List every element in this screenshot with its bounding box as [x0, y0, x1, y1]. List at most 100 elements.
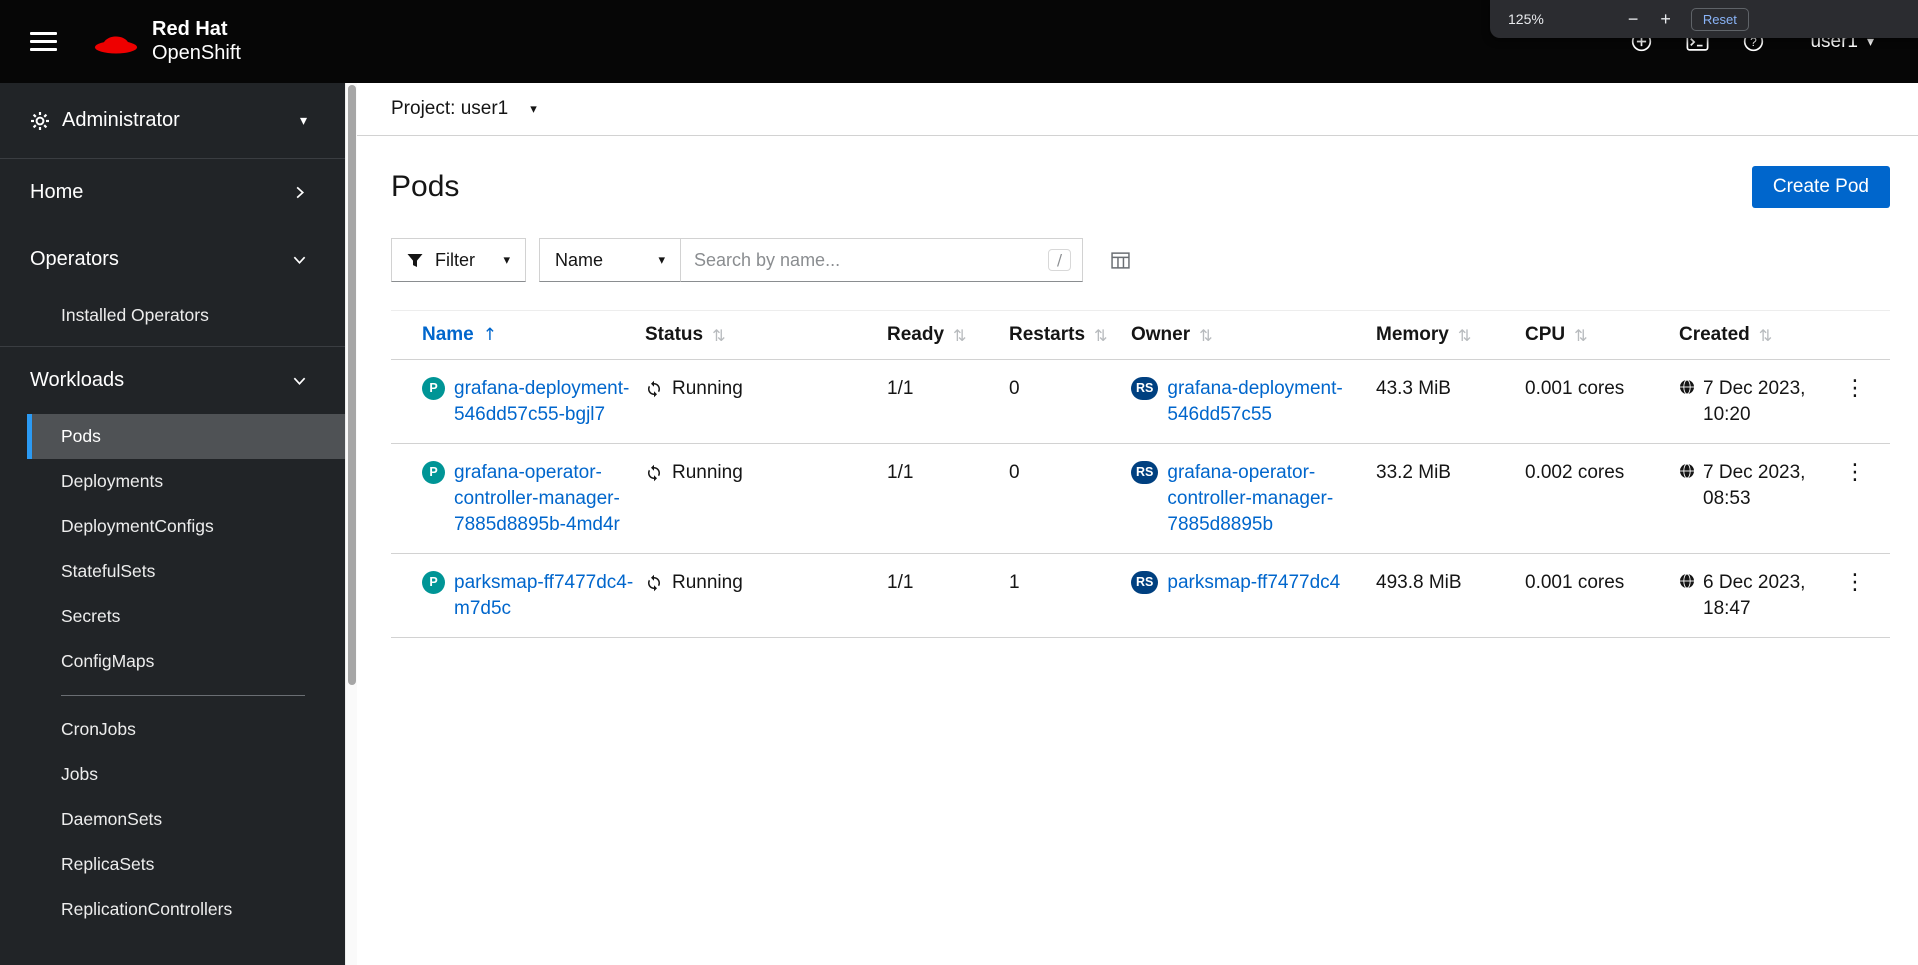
filter-icon — [407, 253, 423, 268]
column-header-owner[interactable]: Owner ⇅ — [1131, 324, 1213, 346]
search-box: / — [680, 238, 1083, 282]
perspective-label: Administrator — [62, 109, 180, 131]
zoom-in-button[interactable]: + — [1660, 10, 1671, 28]
sidebar-item-deployments[interactable]: Deployments — [0, 459, 345, 504]
replicaset-badge: RS — [1131, 461, 1159, 485]
column-header-ready[interactable]: Ready ⇅ — [887, 324, 966, 346]
filter-dropdown[interactable]: Filter ▾ — [391, 238, 526, 282]
cpu-value: 0.001 cores — [1525, 359, 1679, 445]
sidebar-item-deploymentconfigs[interactable]: DeploymentConfigs — [0, 504, 345, 549]
sort-icon: ⇅ — [712, 325, 726, 345]
table-row: P grafana-operator-controller-manager-78… — [391, 443, 1890, 555]
column-header-memory[interactable]: Memory ⇅ — [1376, 324, 1471, 346]
table-header-row: Name ↑ Status ⇅ Ready ⇅ Restarts ⇅ Owner… — [391, 310, 1890, 360]
table-row: P parksmap-ff7477dc4-m7d5c Running 1/1 1 — [391, 553, 1890, 639]
pod-badge: P — [422, 461, 445, 485]
globe-icon — [1679, 570, 1695, 589]
owner-link[interactable]: grafana-operator-controller-manager-7885… — [1167, 460, 1366, 537]
project-bar: Project: user1 ▾ — [357, 83, 1918, 136]
perspective-switcher[interactable]: Administrator ▾ — [0, 83, 345, 159]
sidebar-item-jobs[interactable]: Jobs — [0, 752, 345, 797]
sidebar-item-pods[interactable]: Pods — [27, 414, 345, 459]
caret-down-icon: ▾ — [658, 252, 665, 268]
table-row: P grafana-deployment-546dd57c55-bgjl7 Ru… — [391, 359, 1890, 445]
restarts-value: 0 — [1009, 443, 1131, 555]
chevron-down-icon — [292, 373, 307, 388]
created-timestamp: 6 Dec 2023, 18:47 — [1703, 572, 1806, 619]
nav-group-home[interactable]: Home — [0, 159, 345, 226]
sort-icon: ⇅ — [1574, 325, 1588, 345]
zoom-out-button[interactable]: − — [1628, 10, 1639, 28]
pod-name-link[interactable]: grafana-deployment-546dd57c55-bgjl7 — [454, 376, 635, 427]
sidebar-item-installed-operators[interactable]: Installed Operators — [0, 293, 345, 338]
status-text: Running — [672, 378, 743, 399]
gear-icon — [30, 111, 50, 131]
column-header-actions — [1836, 310, 1890, 360]
memory-value: 43.3 MiB — [1376, 359, 1525, 445]
sidebar-item-configmaps[interactable]: ConfigMaps — [0, 639, 345, 684]
sidebar-item-statefulsets[interactable]: StatefulSets — [0, 549, 345, 594]
pod-name-link[interactable]: parksmap-ff7477dc4-m7d5c — [454, 570, 635, 621]
row-kebab-menu[interactable]: ⋮ — [1836, 376, 1874, 402]
column-header-restarts[interactable]: Restarts ⇅ — [1009, 324, 1107, 346]
zoom-level: 125% — [1508, 11, 1544, 27]
replicaset-badge: RS — [1131, 377, 1159, 400]
manage-columns-button[interactable] — [1111, 251, 1130, 269]
column-header-cpu[interactable]: CPU ⇅ — [1525, 324, 1588, 346]
search-attribute-dropdown[interactable]: Name ▾ — [539, 238, 681, 282]
search-attribute-label: Name — [555, 249, 604, 270]
page-title: Pods — [391, 170, 460, 203]
column-header-created[interactable]: Created ⇅ — [1679, 324, 1772, 346]
cpu-value: 0.001 cores — [1525, 553, 1679, 639]
row-kebab-menu[interactable]: ⋮ — [1836, 460, 1874, 486]
memory-value: 33.2 MiB — [1376, 443, 1525, 555]
created-timestamp: 7 Dec 2023, 10:20 — [1703, 378, 1806, 425]
main-content: Project: user1 ▾ Pods Create Pod Filter … — [357, 83, 1918, 965]
brand-line1: Red Hat — [152, 17, 228, 40]
brand-logo[interactable]: Red Hat OpenShift — [93, 18, 241, 65]
nav-group-operators[interactable]: Operators — [0, 226, 345, 293]
sidebar-item-replicationcontrollers[interactable]: ReplicationControllers — [0, 887, 345, 932]
masthead: Red Hat OpenShift ? user1 ▾ 125% − + Res… — [0, 0, 1918, 83]
project-selector[interactable]: Project: user1 ▾ — [391, 98, 537, 120]
nav-group-workloads[interactable]: Workloads — [0, 347, 345, 414]
toolbar: Filter ▾ Name ▾ / — [391, 238, 1890, 282]
row-kebab-menu[interactable]: ⋮ — [1836, 570, 1874, 596]
search-input[interactable] — [681, 249, 1048, 271]
pod-badge: P — [422, 377, 445, 400]
created-timestamp: 7 Dec 2023, 08:53 — [1703, 462, 1806, 509]
status-text: Running — [672, 572, 743, 594]
columns-icon — [1111, 251, 1130, 269]
browser-zoom-popup: 125% − + Reset — [1490, 0, 1918, 38]
owner-link[interactable]: grafana-deployment-546dd57c55 — [1167, 376, 1366, 427]
column-header-name[interactable]: Name ↑ — [422, 324, 497, 346]
pod-badge: P — [422, 571, 445, 595]
replicaset-badge: RS — [1131, 571, 1159, 595]
sort-icon: ⇅ — [953, 325, 967, 345]
sidebar-item-daemonsets[interactable]: DaemonSets — [0, 797, 345, 842]
nav-toggle-button[interactable] — [0, 27, 81, 56]
sidebar-item-replicasets[interactable]: ReplicaSets — [0, 842, 345, 887]
zoom-reset-button[interactable]: Reset — [1690, 7, 1749, 31]
ready-value: 1/1 — [887, 443, 1009, 555]
globe-icon — [1679, 460, 1695, 479]
sidebar-item-cronjobs[interactable]: CronJobs — [0, 707, 345, 752]
ready-value: 1/1 — [887, 359, 1009, 445]
column-header-status[interactable]: Status ⇅ — [645, 324, 725, 346]
sidebar-item-secrets[interactable]: Secrets — [0, 594, 345, 639]
owner-link[interactable]: parksmap-ff7477dc4 — [1167, 570, 1340, 596]
create-pod-button[interactable]: Create Pod — [1751, 166, 1890, 208]
caret-down-icon: ▾ — [503, 252, 510, 268]
brand-line2: OpenShift — [152, 41, 241, 64]
sync-running-icon — [645, 464, 663, 482]
project-selector-label: Project: user1 — [391, 98, 509, 119]
sidebar-scrollbar-thumb[interactable] — [348, 85, 356, 685]
chevron-down-icon — [292, 252, 307, 267]
restarts-value: 0 — [1009, 359, 1131, 445]
sync-running-icon — [645, 574, 663, 592]
filter-label: Filter — [435, 249, 475, 270]
sidebar-scrollbar-track — [345, 83, 357, 965]
pod-name-link[interactable]: grafana-operator-controller-manager-7885… — [454, 460, 635, 537]
globe-icon — [1679, 376, 1695, 395]
restarts-value: 1 — [1009, 553, 1131, 639]
